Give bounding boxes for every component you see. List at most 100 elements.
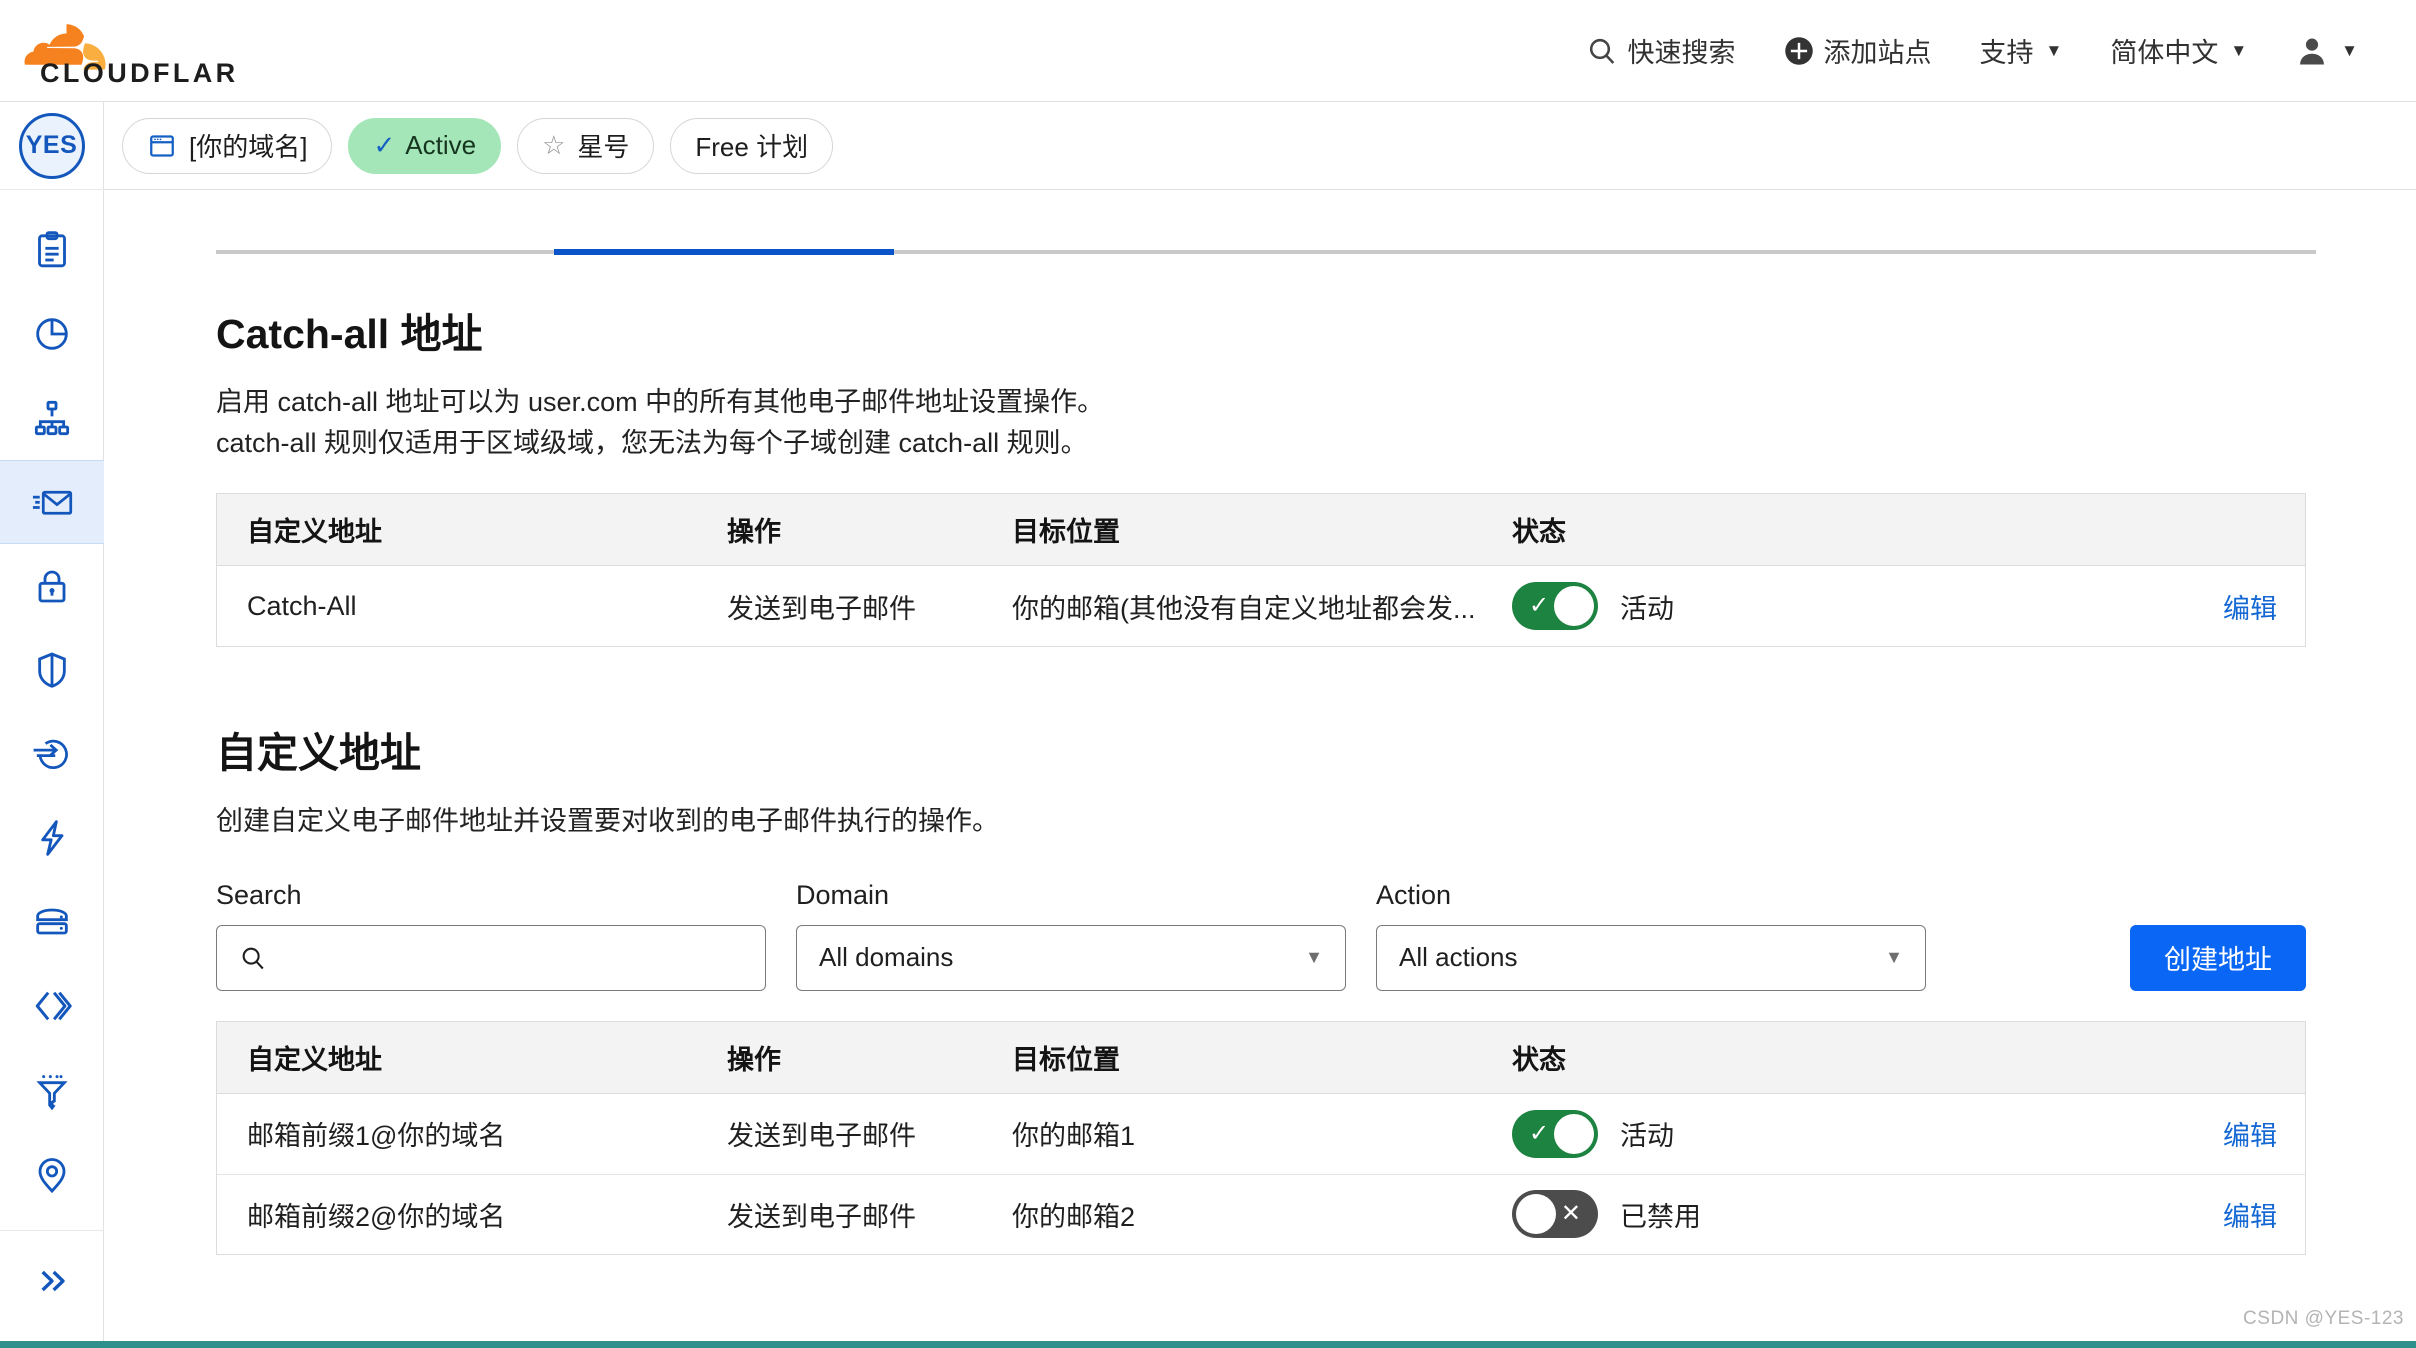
watermark: CSDN @YES-123 — [2243, 1308, 2404, 1330]
support-menu[interactable]: 支持 ▼ — [1956, 0, 2087, 101]
left-sidebar: YES — [0, 102, 104, 1348]
funnel-icon — [32, 1070, 72, 1110]
search-icon — [1586, 35, 1618, 67]
column-header-action: 操作 — [727, 1038, 1012, 1077]
catch-all-description-line2: catch-all 规则仅适用于区域级域，您无法为每个子域创建 catch-al… — [216, 423, 2306, 464]
custom-addresses-table: 自定义地址 操作 目标位置 状态 邮箱前缀1@你的域名 发送到电子邮件 你的邮箱… — [216, 1021, 2306, 1255]
close-icon: ✕ — [1561, 1202, 1581, 1226]
action-filter-value: All actions — [1399, 942, 1518, 973]
user-icon — [2295, 34, 2329, 68]
status-label: 已禁用 — [1620, 1195, 1701, 1234]
row-edit-cell: 编辑 — [2072, 587, 2305, 626]
bottom-accent-bar — [0, 1341, 2416, 1348]
row-status: ✕ 已禁用 — [1512, 1190, 2072, 1238]
location-pin-icon — [32, 1154, 72, 1194]
search-icon — [239, 944, 267, 972]
language-label: 简体中文 — [2110, 31, 2218, 70]
status-badge-label: Active — [405, 130, 476, 161]
domain-filter-group: Domain All domains ▼ — [796, 880, 1346, 991]
avatar: YES — [19, 113, 85, 179]
column-header-address: 自定义地址 — [217, 1038, 727, 1077]
custom-addresses-description: 创建自定义电子邮件地址并设置要对收到的电子邮件执行的操作。 — [216, 801, 2306, 842]
add-site-button[interactable]: 添加站点 — [1760, 0, 1956, 101]
domain-chip-label: [你的域名] — [189, 127, 307, 164]
search-field-group: Search — [216, 880, 766, 991]
lock-icon — [32, 566, 72, 606]
language-menu[interactable]: 简体中文 ▼ — [2086, 0, 2271, 101]
table-row: 邮箱前缀1@你的域名 发送到电子邮件 你的邮箱1 ✓ 活动 编辑 — [217, 1094, 2305, 1174]
quick-search-button[interactable]: 快速搜索 — [1562, 0, 1760, 101]
svg-text:CLOUDFLARE: CLOUDFLARE — [40, 58, 238, 88]
edit-link[interactable]: 编辑 — [2223, 594, 2277, 624]
sitemap-icon — [32, 398, 72, 438]
check-icon: ✓ — [1529, 594, 1549, 618]
shield-icon — [32, 650, 72, 690]
sidebar-item-security[interactable] — [0, 628, 104, 712]
chevron-down-icon: ▼ — [1305, 947, 1323, 968]
status-label: 活动 — [1620, 1114, 1674, 1153]
status-toggle[interactable]: ✓ — [1512, 582, 1598, 630]
cloudflare-logo[interactable]: CLOUDFLARE — [22, 14, 238, 88]
row-edit-cell: 编辑 — [2072, 1114, 2305, 1153]
edit-link[interactable]: 编辑 — [2223, 1121, 2277, 1151]
domain-chip[interactable]: [你的域名] — [122, 118, 332, 174]
chevron-down-icon: ▼ — [2230, 41, 2247, 61]
account-menu[interactable]: ▼ — [2271, 0, 2382, 101]
support-label: 支持 — [1980, 31, 2034, 70]
domain-filter-label: Domain — [796, 880, 1346, 911]
create-address-button[interactable]: 创建地址 — [2130, 925, 2306, 991]
check-icon: ✓ — [373, 130, 395, 161]
edit-link[interactable]: 编辑 — [2223, 1202, 2277, 1232]
action-filter-select[interactable]: All actions ▼ — [1376, 925, 1926, 991]
action-filter-label: Action — [1376, 880, 1926, 911]
plan-chip[interactable]: Free 计划 — [670, 118, 833, 174]
search-input[interactable] — [281, 942, 721, 973]
star-icon: ☆ — [542, 130, 565, 161]
domain-breadcrumb-bar: [你的域名] ✓ Active ☆ 星号 Free 计划 — [104, 102, 2416, 190]
row-status: ✓ 活动 — [1512, 1110, 2072, 1158]
search-box[interactable] — [216, 925, 766, 991]
account-avatar-cell[interactable]: YES — [0, 102, 104, 190]
sidebar-item-speed[interactable] — [0, 796, 104, 880]
star-chip-label: 星号 — [577, 127, 629, 164]
toggle-knob — [1554, 1114, 1594, 1154]
main-content: Catch-all 地址 启用 catch-all 地址可以为 user.com… — [104, 190, 2416, 1348]
sidebar-item-traffic[interactable] — [0, 1132, 104, 1216]
sidebar-item-rules[interactable] — [0, 1048, 104, 1132]
sidebar-item-access[interactable] — [0, 712, 104, 796]
sidebar-item-overview[interactable] — [0, 208, 104, 292]
filter-bar: Search Domain All domains ▼ Action — [216, 880, 2306, 991]
sidebar-item-ssl-tls[interactable] — [0, 544, 104, 628]
row-address: 邮箱前缀1@你的域名 — [217, 1114, 727, 1153]
column-header-destination: 目标位置 — [1012, 1038, 1512, 1077]
server-stack-icon — [32, 902, 72, 942]
sidebar-item-email[interactable] — [0, 460, 104, 544]
column-header-action: 操作 — [727, 510, 1012, 549]
clipboard-icon — [32, 230, 72, 270]
active-tab-indicator — [554, 249, 894, 255]
star-chip[interactable]: ☆ 星号 — [517, 118, 654, 174]
status-toggle[interactable]: ✕ — [1512, 1190, 1598, 1238]
plus-circle-icon — [1784, 36, 1814, 66]
row-address: 邮箱前缀2@你的域名 — [217, 1195, 727, 1234]
catch-all-table: 自定义地址 操作 目标位置 状态 Catch-All 发送到电子邮件 你的邮箱(… — [216, 493, 2306, 647]
sidebar-item-workers[interactable] — [0, 964, 104, 1048]
domain-filter-select[interactable]: All domains ▼ — [796, 925, 1346, 991]
catch-all-section: Catch-all 地址 启用 catch-all 地址可以为 user.com… — [104, 300, 2416, 647]
chevron-down-icon: ▼ — [2341, 41, 2358, 61]
sidebar-item-caching[interactable] — [0, 880, 104, 964]
column-header-destination: 目标位置 — [1012, 510, 1512, 549]
status-toggle[interactable]: ✓ — [1512, 1110, 1598, 1158]
row-status: ✓ 活动 — [1512, 582, 2072, 630]
toggle-knob — [1554, 586, 1594, 626]
top-header: CLOUDFLARE 快速搜索 添加站点 支持 ▼ 简体中文 ▼ — [0, 0, 2416, 102]
row-destination: 你的邮箱(其他没有自定义地址都会发... — [1012, 587, 1512, 626]
table-header-row: 自定义地址 操作 目标位置 状态 — [217, 1022, 2305, 1094]
toggle-knob — [1516, 1194, 1556, 1234]
top-navigation: 快速搜索 添加站点 支持 ▼ 简体中文 ▼ ▼ — [1562, 0, 2382, 101]
sidebar-item-analytics[interactable] — [0, 292, 104, 376]
sidebar-expand-button[interactable] — [0, 1230, 104, 1330]
browser-window-icon — [147, 131, 177, 161]
sidebar-item-dns[interactable] — [0, 376, 104, 460]
row-action: 发送到电子邮件 — [727, 1195, 1012, 1234]
